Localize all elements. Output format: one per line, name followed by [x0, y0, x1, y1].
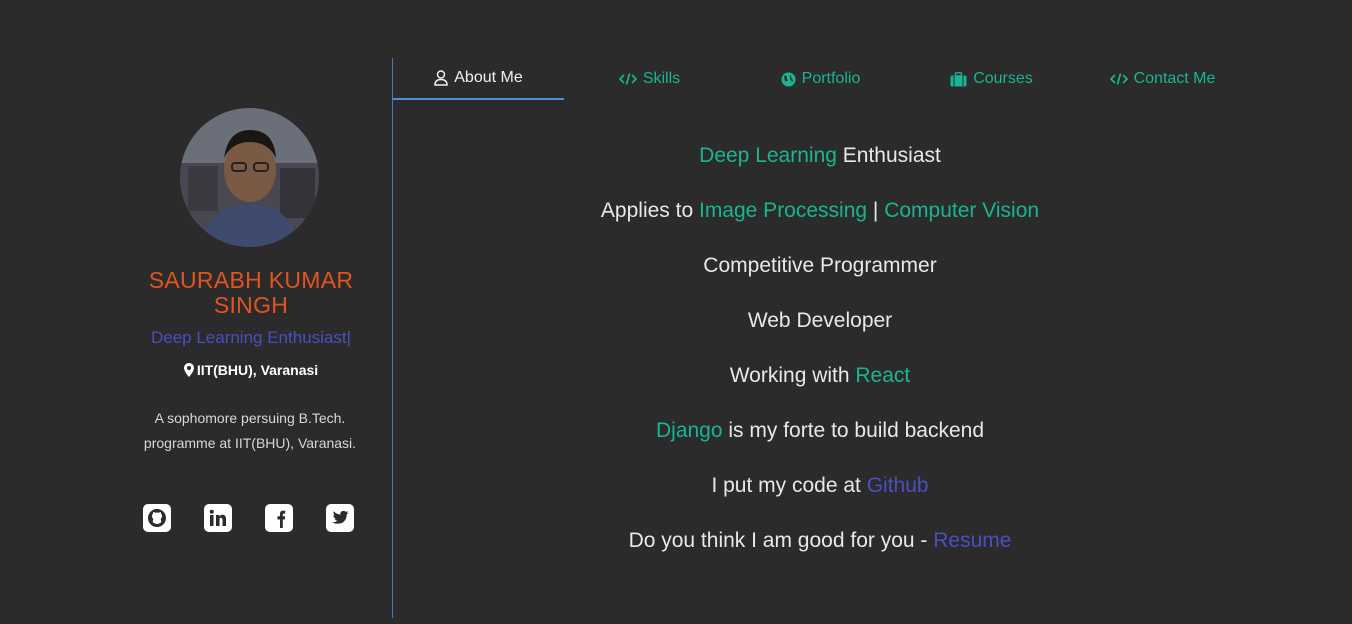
- image-processing-link[interactable]: Image Processing: [699, 199, 867, 222]
- deep-learning-link[interactable]: Deep Learning: [699, 144, 837, 167]
- about-line-competitive: Competitive Programmer: [393, 248, 1247, 303]
- code-icon: [618, 73, 637, 85]
- about-text: Working with: [729, 364, 856, 387]
- about-line-web-dev: Web Developer: [393, 303, 1247, 358]
- about-content: Deep Learning Enthusiast Applies to Imag…: [393, 138, 1247, 578]
- facebook-icon: [277, 510, 286, 528]
- about-text: Do you think I am good for you -: [628, 529, 934, 552]
- avatar-photo: [180, 108, 319, 247]
- tab-skills[interactable]: Skills: [564, 58, 735, 100]
- tab-label: Skills: [642, 70, 681, 87]
- location-text: IIT(BHU), Varanasi: [196, 362, 319, 378]
- profile-sidebar: SAURABH KUMAR SINGH Deep Learning Enthus…: [110, 58, 392, 618]
- twitter-icon: [332, 510, 349, 524]
- react-link[interactable]: React: [855, 364, 910, 387]
- github-icon: [148, 509, 166, 527]
- avatar: [180, 108, 319, 247]
- about-text: I put my code at: [711, 474, 867, 497]
- about-line-deep-learning: Deep Learning Enthusiast: [393, 138, 1247, 193]
- about-text: Enthusiast: [836, 144, 941, 167]
- github-link[interactable]: [143, 504, 171, 532]
- about-text: Web Developer: [747, 309, 893, 332]
- computer-vision-link[interactable]: Computer Vision: [884, 199, 1039, 222]
- django-link[interactable]: Django: [656, 419, 723, 442]
- resume-link[interactable]: Resume: [933, 529, 1011, 552]
- github-text-link[interactable]: Github: [867, 474, 929, 497]
- about-line-react: Working with React: [393, 358, 1247, 413]
- linkedin-link[interactable]: [204, 504, 232, 532]
- about-text: Applies to: [600, 199, 699, 222]
- about-line-applies-to: Applies to Image Processing | Computer V…: [393, 193, 1247, 248]
- facebook-link[interactable]: [265, 504, 293, 532]
- profile-tagline: Deep Learning Enthusiast|: [150, 328, 352, 347]
- about-text: Competitive Programmer: [703, 254, 937, 277]
- tab-contact-me[interactable]: Contact Me: [1077, 58, 1248, 100]
- about-text: is my forte to build backend: [722, 419, 985, 442]
- about-line-django: Django is my forte to build backend: [393, 413, 1247, 468]
- about-line-github: I put my code at Github: [393, 468, 1247, 523]
- profile-name: SAURABH KUMAR SINGH: [148, 267, 354, 318]
- page: SAURABH KUMAR SINGH Deep Learning Enthus…: [0, 0, 1352, 624]
- social-links: [143, 504, 354, 532]
- tab-label: Contact Me: [1133, 70, 1216, 87]
- tab-about-me[interactable]: About Me: [393, 58, 564, 100]
- tab-label: About Me: [454, 69, 523, 86]
- tab-label: Portfolio: [801, 70, 861, 87]
- separator: |: [867, 199, 885, 222]
- globe-icon: [781, 72, 796, 86]
- briefcase-icon: [950, 71, 967, 86]
- profile-bio: A sophomore persuing B.Tech. programme a…: [143, 410, 357, 451]
- tab-bar: About Me Skills Portfolio Courses Contac…: [393, 58, 1248, 100]
- user-icon: [434, 70, 449, 86]
- tab-portfolio[interactable]: Portfolio: [735, 58, 906, 100]
- twitter-link[interactable]: [326, 504, 354, 532]
- about-line-resume: Do you think I am good for you - Resume: [393, 523, 1247, 578]
- profile-location: IIT(BHU), Varanasi: [110, 362, 392, 378]
- tab-label: Courses: [973, 70, 1033, 87]
- map-marker-icon: [183, 363, 194, 377]
- code-icon: [1109, 73, 1128, 85]
- tab-courses[interactable]: Courses: [906, 58, 1077, 100]
- linkedin-icon: [209, 509, 226, 526]
